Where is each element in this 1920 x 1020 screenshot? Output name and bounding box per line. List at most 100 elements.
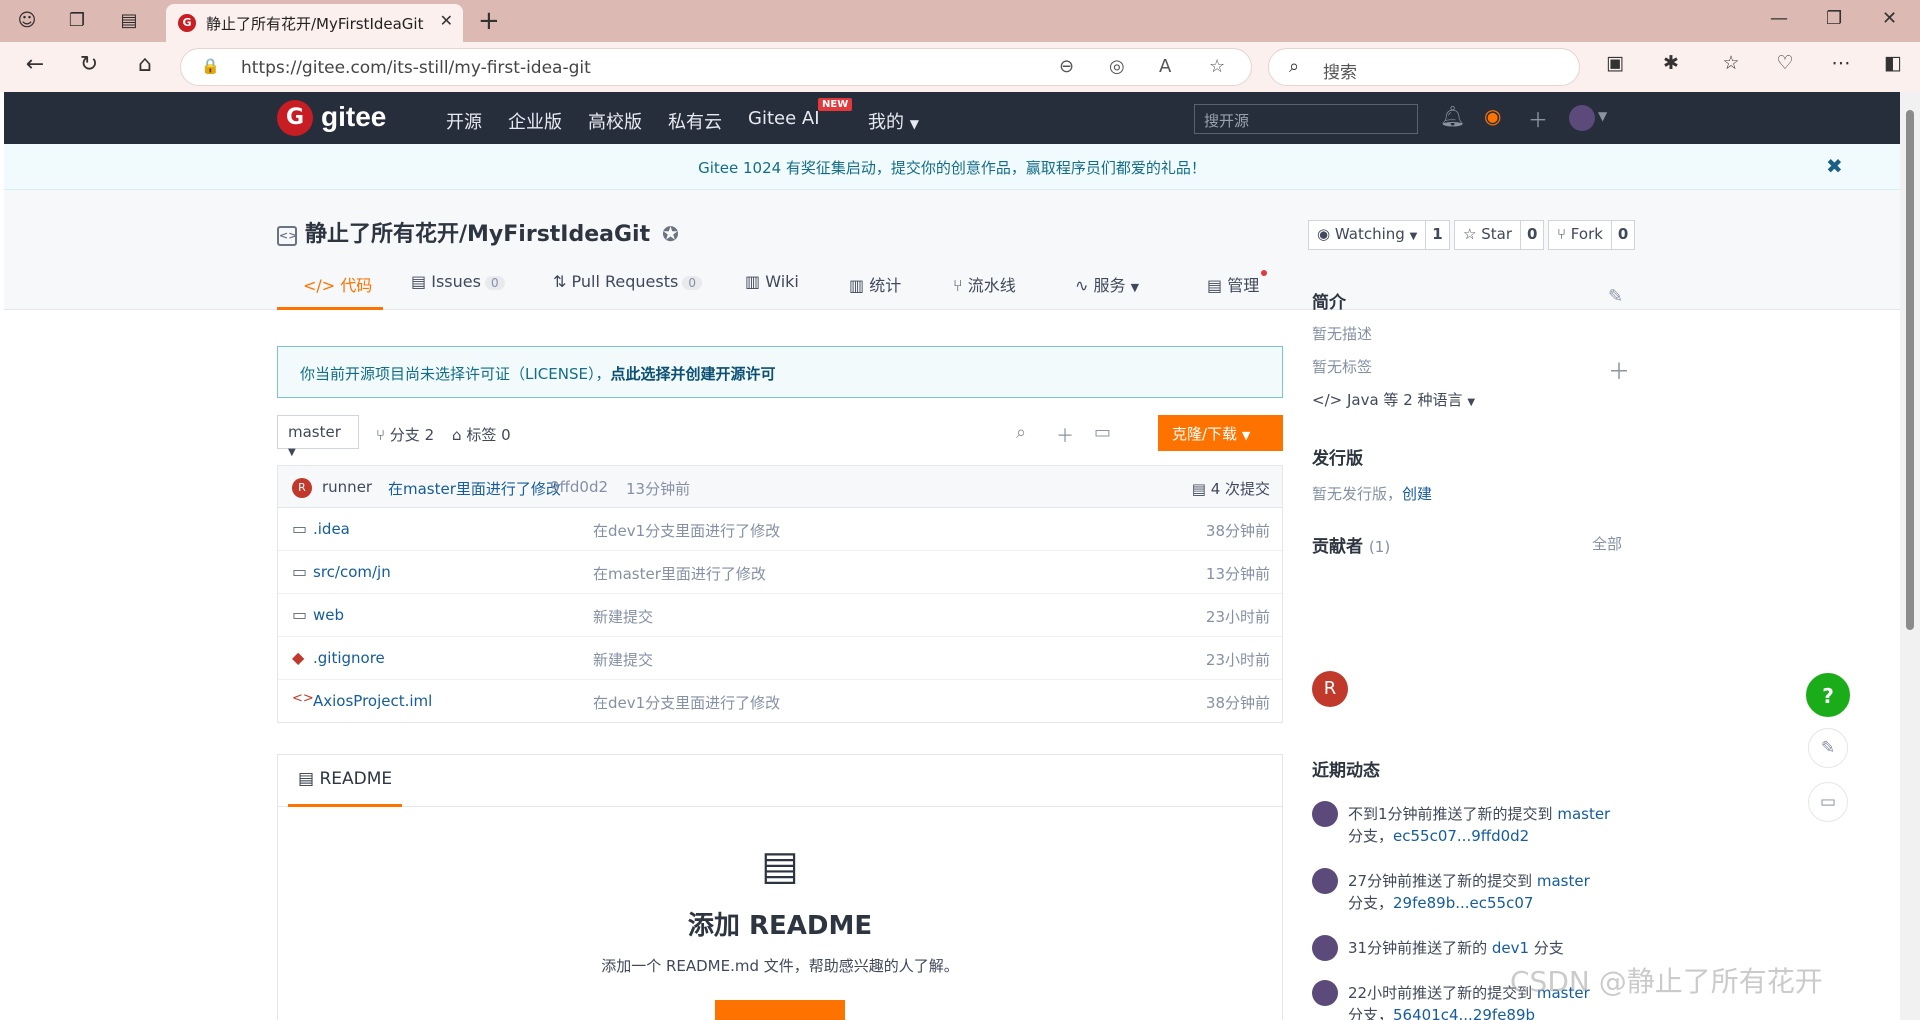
commit-author-avatar[interactable]: R — [292, 478, 312, 498]
banner-text[interactable]: Gitee 1024 有奖征集启动，提交你的创意作品，赢取程序员们都爱的礼品！ — [4, 157, 1900, 178]
language-info[interactable]: </> Java 等 2 种语言 ▼ — [1312, 389, 1475, 410]
table-row[interactable]: ▭ web 新建提交 23小时前 — [278, 594, 1282, 637]
restore-icon[interactable]: ❐ — [1826, 8, 1842, 29]
activity-branch-link[interactable]: master — [1537, 872, 1590, 890]
add-file-icon[interactable]: ＋ — [1056, 422, 1074, 448]
activity-compare-link[interactable]: 56401c4...29fe89b — [1393, 1006, 1535, 1020]
chat-icon[interactable]: ▭ — [1808, 782, 1848, 822]
commit-message[interactable]: 在master里面进行了修改 — [388, 478, 561, 499]
branches-link[interactable]: ⑂ 分支 2 — [376, 424, 434, 445]
create-release-link[interactable]: 创建 — [1402, 485, 1432, 503]
new-tab-icon[interactable]: + — [478, 6, 500, 36]
file-commit-message[interactable]: 在master里面进行了修改 — [593, 563, 766, 584]
tab-manage[interactable]: ▤ 管理 — [1207, 260, 1259, 310]
nav-gitee-ai[interactable]: Gitee AI — [748, 108, 820, 129]
chevron-down-icon[interactable]: ▼ — [1598, 109, 1607, 123]
tags-link[interactable]: ⌂ 标签 0 — [452, 424, 511, 445]
address-bar[interactable]: 🔒 https://gitee.com/its-still/my-first-i… — [180, 48, 1252, 86]
user-avatar[interactable] — [1569, 105, 1595, 131]
edit-icon[interactable]: ✎ — [1608, 286, 1623, 307]
file-name[interactable]: web — [313, 606, 344, 624]
tab-code[interactable]: </> 代码 — [277, 260, 383, 310]
close-tab-icon[interactable]: ✕ — [440, 11, 453, 30]
health-icon[interactable]: ♡ — [1770, 52, 1800, 74]
scrollbar-thumb[interactable] — [1906, 110, 1914, 630]
nav-open-source[interactable]: 开源 — [446, 108, 482, 134]
tab-pipeline[interactable]: ⑂ 流水线 — [953, 260, 1016, 310]
profile-avatar-icon[interactable]: ☺ — [14, 8, 40, 34]
minimize-icon[interactable]: — — [1770, 8, 1788, 29]
page-scrollbar[interactable] — [1900, 92, 1920, 1020]
file-name[interactable]: .idea — [313, 520, 350, 538]
contributor-avatar[interactable]: R — [1312, 671, 1348, 707]
branch-select[interactable]: master ▼ — [277, 415, 359, 458]
file-commit-message[interactable]: 新建提交 — [593, 606, 653, 627]
app-icon[interactable]: ▣ — [1600, 52, 1630, 74]
zoom-out-icon[interactable]: ⊖ — [1059, 56, 1074, 77]
avatar[interactable] — [1312, 868, 1338, 894]
avatar[interactable] — [1312, 935, 1338, 961]
feedback-edit-icon[interactable]: ✎ — [1808, 728, 1848, 768]
table-row[interactable]: ▭ src/com/jn 在master里面进行了修改 13分钟前 — [278, 551, 1282, 594]
close-banner-icon[interactable]: ✖ — [1826, 154, 1843, 178]
nav-mine[interactable]: 我的 ▼ — [868, 108, 919, 134]
activity-branch-link[interactable]: dev1 — [1492, 939, 1529, 957]
avatar[interactable] — [1312, 801, 1338, 827]
fork-button[interactable]: ⑂ Fork 0 — [1548, 220, 1636, 250]
avatar[interactable] — [1312, 980, 1338, 1006]
file-commit-message[interactable]: 新建提交 — [593, 649, 653, 670]
commit-count[interactable]: ▤ 4 次提交 — [1192, 478, 1270, 499]
file-name[interactable]: src/com/jn — [313, 563, 391, 581]
clone-download-button[interactable]: 克隆/下载 ▼ — [1158, 415, 1283, 451]
activity-compare-link[interactable]: ec55c07...9ffd0d2 — [1393, 827, 1529, 845]
tab-actions-icon[interactable]: ▤ — [116, 8, 142, 34]
tab-issues[interactable]: ▤ Issues 0 — [411, 260, 505, 310]
edge-icon[interactable]: ◎ — [1109, 56, 1125, 77]
file-commit-message[interactable]: 在dev1分支里面进行了修改 — [593, 520, 780, 541]
table-row[interactable]: ◆ .gitignore 新建提交 23小时前 — [278, 637, 1282, 680]
lock-icon[interactable]: 🔒 — [201, 57, 220, 75]
contributors-all-link[interactable]: 全部 — [1592, 533, 1622, 554]
favorites-icon[interactable]: ☆ — [1716, 52, 1746, 74]
star-button[interactable]: ☆ Star 0 — [1454, 220, 1545, 250]
activity-branch-link[interactable]: master — [1557, 805, 1610, 823]
header-search-input[interactable]: 搜开源 — [1194, 104, 1418, 134]
browser-search-box[interactable]: ⌕ 搜索 — [1268, 48, 1580, 86]
favorite-star-icon[interactable]: ☆ — [1209, 56, 1225, 77]
commit-author[interactable]: runner — [322, 478, 372, 496]
award-icon[interactable]: ✪ — [662, 222, 679, 246]
commit-hash[interactable]: 9ffd0d2 — [550, 478, 608, 496]
activity-compare-link[interactable]: 29fe89b...ec55c07 — [1393, 894, 1533, 912]
extensions-icon[interactable]: ✱ — [1656, 52, 1686, 74]
close-window-icon[interactable]: ✕ — [1882, 8, 1897, 29]
workspaces-icon[interactable]: ❐ — [64, 8, 90, 34]
search-file-icon[interactable]: ⌕ — [1016, 422, 1026, 443]
browser-tab-active[interactable]: G 静止了所有花开/MyFirstIdeaGit ✕ — [166, 4, 463, 42]
more-icon[interactable]: ⋯ — [1826, 52, 1856, 74]
home-icon[interactable]: ⌂ — [130, 52, 160, 77]
file-name[interactable]: .gitignore — [313, 649, 385, 667]
tab-services[interactable]: ∿ 服务 ▼ — [1075, 260, 1139, 310]
file-name[interactable]: AxiosProject.iml — [313, 692, 432, 710]
plus-icon[interactable]: ＋ — [1528, 104, 1548, 133]
read-aloud-icon[interactable]: A — [1159, 56, 1171, 77]
tab-stats[interactable]: ▥ 统计 — [849, 260, 901, 310]
table-row[interactable]: <> AxiosProject.iml 在dev1分支里面进行了修改 38分钟前 — [278, 680, 1282, 723]
file-commit-message[interactable]: 在dev1分支里面进行了修改 — [593, 692, 780, 713]
refresh-icon[interactable]: ↻ — [74, 52, 104, 77]
readme-tab[interactable]: ▤ README — [288, 755, 403, 807]
tab-wiki[interactable]: ▥ Wiki — [745, 260, 799, 310]
license-link[interactable]: 点此选择并创建开源许可 — [610, 365, 775, 383]
add-readme-button[interactable] — [715, 1000, 845, 1020]
project-title-text[interactable]: 静止了所有花开/MyFirstIdeaGit — [305, 222, 650, 247]
nav-private-cloud[interactable]: 私有云 — [668, 108, 722, 134]
sidebar-toggle-icon[interactable]: ◧ — [1878, 52, 1908, 74]
lightbulb-icon[interactable]: ◉ — [1484, 104, 1501, 128]
help-button[interactable]: ? — [1806, 673, 1850, 717]
tab-pull-requests[interactable]: ⇅ Pull Requests 0 — [553, 260, 702, 310]
watching-button[interactable]: ◉ Watching ▼ 1 — [1308, 220, 1450, 250]
plus-icon[interactable]: ＋ — [1608, 354, 1630, 386]
nav-education[interactable]: 高校版 — [588, 108, 642, 134]
nav-enterprise[interactable]: 企业版 — [508, 108, 562, 134]
back-icon[interactable]: ← — [20, 52, 50, 77]
